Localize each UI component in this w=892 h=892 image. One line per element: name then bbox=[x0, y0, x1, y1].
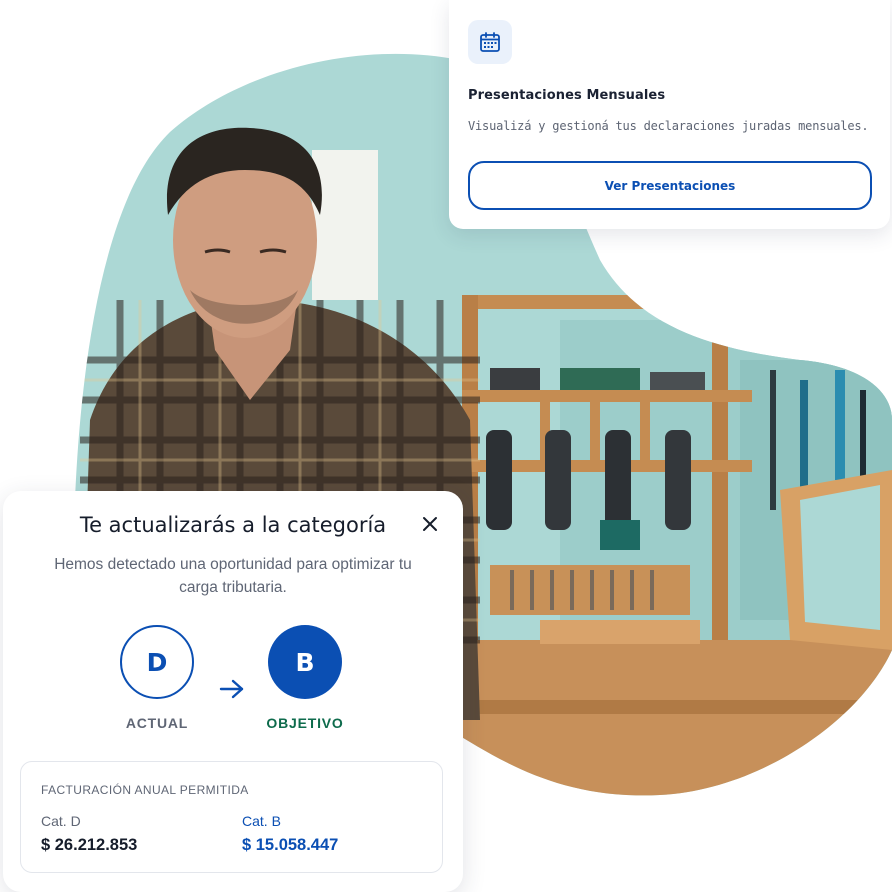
calendar-icon-box bbox=[468, 20, 512, 64]
target-category-label: OBJETIVO bbox=[266, 715, 344, 731]
presentaciones-card: Presentaciones Mensuales Visualizá y ges… bbox=[449, 0, 890, 229]
target-cat-label: Cat. B bbox=[242, 813, 281, 829]
modal-subtitle: Hemos detectado una oportunidad para opt… bbox=[54, 556, 412, 596]
target-cat-amount: $ 15.058.447 bbox=[242, 836, 339, 854]
modal-title: Te actualizarás a la categoría bbox=[79, 513, 387, 537]
calendar-icon bbox=[480, 32, 500, 52]
card-title: Presentaciones Mensuales bbox=[468, 88, 666, 103]
current-category-circle: D bbox=[120, 625, 194, 699]
ver-presentaciones-button[interactable]: Ver Presentaciones bbox=[468, 161, 872, 210]
categoria-modal: Te actualizarás a la categoría Hemos det… bbox=[3, 491, 463, 892]
close-button[interactable] bbox=[419, 513, 441, 535]
arrow-right-icon bbox=[219, 679, 244, 699]
close-icon bbox=[423, 517, 437, 531]
current-cat-label: Cat. D bbox=[41, 813, 81, 829]
facturacion-box: FACTURACIÓN ANUAL PERMITIDA Cat. D $ 26.… bbox=[20, 761, 443, 873]
facturacion-heading: FACTURACIÓN ANUAL PERMITIDA bbox=[41, 783, 249, 797]
current-category-label: ACTUAL bbox=[125, 715, 189, 731]
current-cat-amount: $ 26.212.853 bbox=[41, 836, 138, 854]
target-category-circle: B bbox=[268, 625, 342, 699]
card-description: Visualizá y gestioná tus declaraciones j… bbox=[468, 119, 869, 133]
